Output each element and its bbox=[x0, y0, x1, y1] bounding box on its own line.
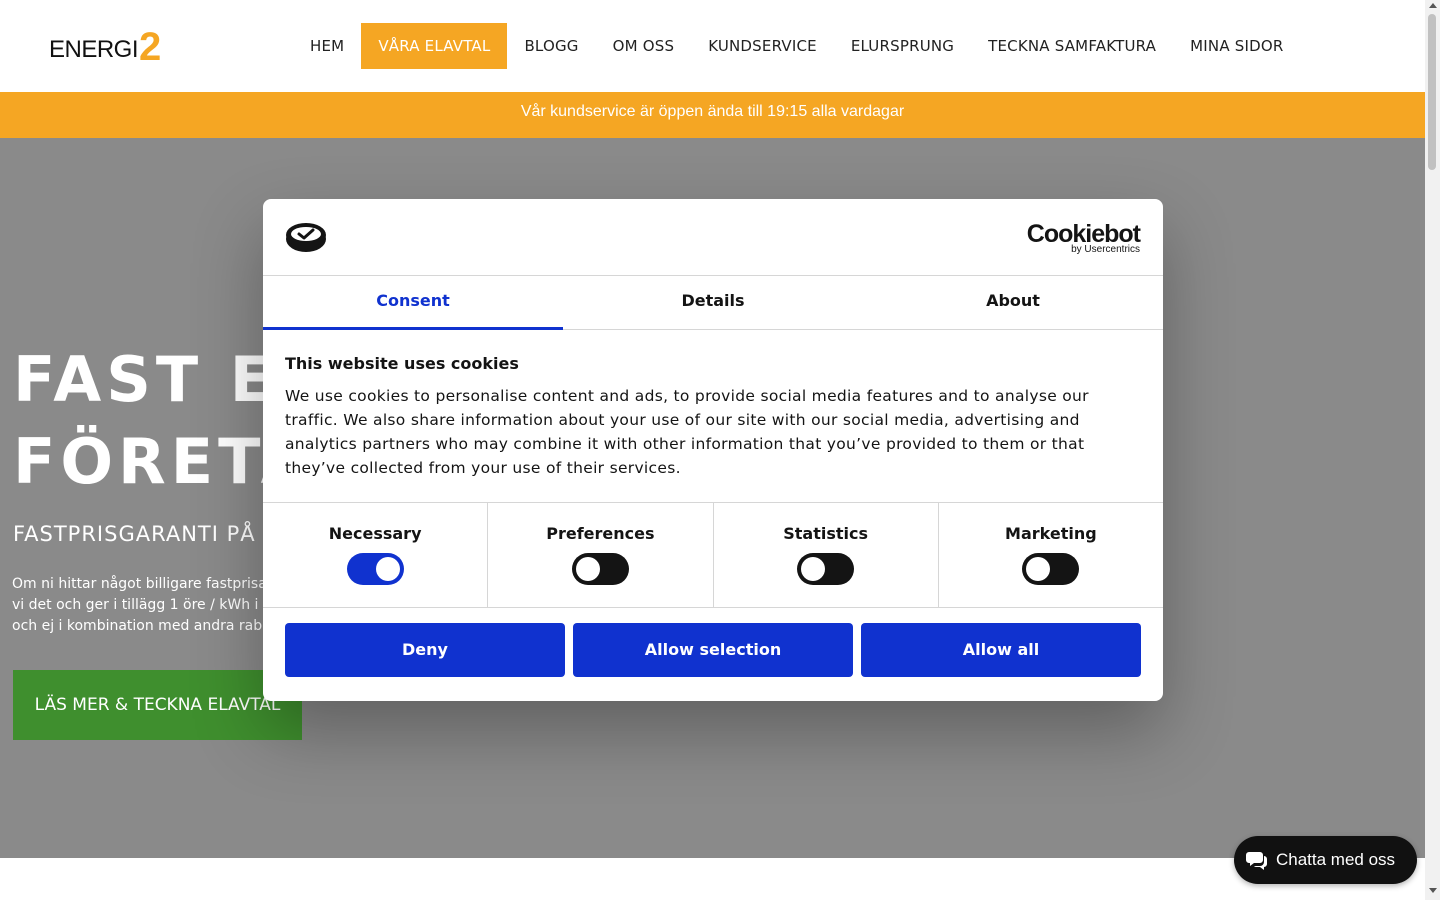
toggle-knob bbox=[575, 557, 600, 581]
toggle-cell-preferences: Preferences bbox=[488, 503, 714, 607]
dialog-buttons: Deny Allow selection Allow all bbox=[263, 608, 1163, 677]
main-nav: HEM VÅRA ELAVTAL BLOGG OM OSS KUNDSERVIC… bbox=[293, 23, 1300, 69]
dialog-text: We use cookies to personalise content an… bbox=[285, 387, 1089, 477]
hero-subtitle: FASTPRISGARANTI PÅ E bbox=[13, 522, 278, 546]
hero-cta-button[interactable]: LÄS MER & TECKNA ELAVTAL bbox=[13, 670, 302, 740]
logo-number: 2 bbox=[139, 25, 162, 69]
dialog-header: Cookiebot by Usercentrics bbox=[263, 199, 1163, 276]
consent-toggles: Necessary Preferences Statistics Marketi… bbox=[263, 503, 1163, 608]
chat-bubbles-icon bbox=[1246, 852, 1267, 870]
allow-all-button[interactable]: Allow all bbox=[861, 623, 1141, 677]
page-scrollbar[interactable] bbox=[1425, 0, 1440, 900]
toggle-label-necessary: Necessary bbox=[328, 524, 422, 543]
dialog-tabs: Consent Details About bbox=[263, 276, 1163, 330]
toggle-cell-marketing: Marketing bbox=[939, 503, 1163, 607]
nav-item-teckna-samfaktura[interactable]: TECKNA SAMFAKTURA bbox=[971, 23, 1173, 69]
toggle-label-statistics: Statistics bbox=[783, 524, 868, 543]
necessary-toggle[interactable] bbox=[346, 553, 404, 585]
marketing-toggle[interactable] bbox=[1022, 553, 1080, 585]
tab-about[interactable]: About bbox=[863, 276, 1163, 329]
nav-item-mina-sidor[interactable]: MINA SIDOR bbox=[1173, 23, 1300, 69]
chat-button[interactable]: Chatta med oss bbox=[1234, 836, 1417, 884]
toggle-knob bbox=[375, 557, 400, 581]
nav-item-vara-elavtal[interactable]: VÅRA ELAVTAL bbox=[361, 23, 508, 69]
logo-text: ENERGI bbox=[49, 36, 139, 63]
deny-button[interactable]: Deny bbox=[285, 623, 565, 677]
scroll-thumb[interactable] bbox=[1428, 14, 1436, 170]
nav-item-blogg[interactable]: BLOGG bbox=[507, 23, 595, 69]
cookiebot-logo-icon bbox=[286, 223, 326, 252]
statistics-toggle[interactable] bbox=[797, 553, 855, 585]
nav-item-om-oss[interactable]: OM OSS bbox=[596, 23, 692, 69]
preferences-toggle[interactable] bbox=[571, 553, 629, 585]
nav-item-hem[interactable]: HEM bbox=[293, 23, 361, 69]
tab-details[interactable]: Details bbox=[563, 276, 863, 329]
tab-consent[interactable]: Consent bbox=[263, 276, 563, 330]
site-header: ENERGI 2 HEM VÅRA ELAVTAL BLOGG OM OSS K… bbox=[0, 0, 1425, 92]
nav-item-kundservice[interactable]: KUNDSERVICE bbox=[691, 23, 834, 69]
toggle-cell-statistics: Statistics bbox=[714, 503, 939, 607]
toggle-label-preferences: Preferences bbox=[546, 524, 655, 543]
site-logo[interactable]: ENERGI 2 bbox=[49, 25, 162, 69]
toggle-label-marketing: Marketing bbox=[1005, 524, 1097, 543]
toggle-knob bbox=[1026, 557, 1051, 581]
page-below-hero bbox=[0, 858, 1425, 900]
cookiebot-brand[interactable]: Cookiebot by Usercentrics bbox=[1027, 221, 1141, 255]
allow-selection-button[interactable]: Allow selection bbox=[573, 623, 853, 677]
scroll-down-arrow-icon[interactable] bbox=[1428, 888, 1437, 893]
chat-label: Chatta med oss bbox=[1276, 850, 1396, 869]
toggle-knob bbox=[801, 557, 826, 581]
nav-item-elursprung[interactable]: ELURSPRUNG bbox=[834, 23, 971, 69]
dialog-body: This website uses cookies We use cookies… bbox=[263, 330, 1163, 503]
cookie-consent-dialog: Cookiebot by Usercentrics Consent Detail… bbox=[263, 199, 1163, 701]
scroll-up-arrow-icon[interactable] bbox=[1428, 3, 1437, 8]
toggle-cell-necessary: Necessary bbox=[263, 503, 489, 607]
notice-bar: Vår kundservice är öppen ända till 19:15… bbox=[0, 92, 1425, 138]
dialog-title: This website uses cookies bbox=[285, 354, 519, 373]
